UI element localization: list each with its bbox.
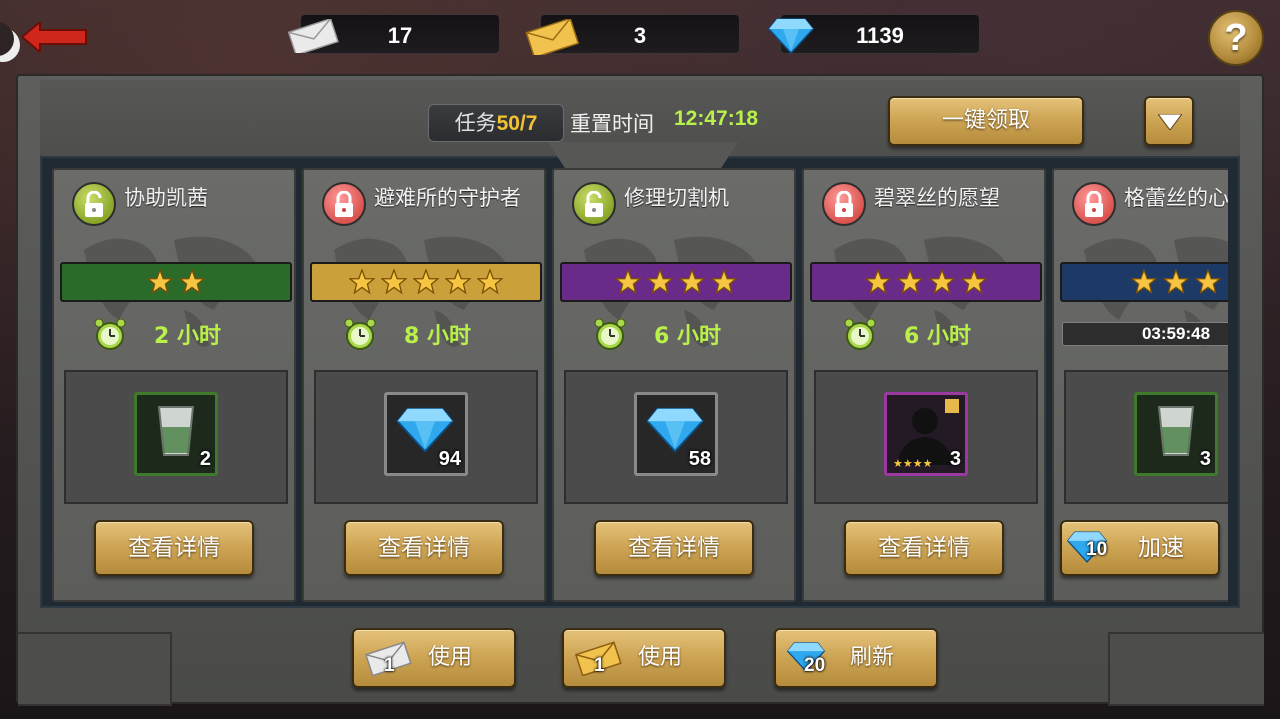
white-letter-counter: 17 — [287, 14, 500, 54]
star-icon — [477, 269, 503, 295]
reset-label: 重置时间 — [570, 112, 654, 136]
star-icon — [445, 269, 471, 295]
star-rating — [810, 262, 1042, 302]
gold-letter-counter: 3 — [525, 14, 740, 55]
claim-all-button[interactable]: 一键领取 — [888, 96, 1084, 146]
star-icon — [647, 269, 673, 295]
mission-title: 协助凯茜 — [124, 186, 208, 210]
task-label: 任务 — [454, 111, 497, 135]
speed-up-button[interactable]: 10 加速 — [1060, 520, 1220, 576]
use-white-letter-button[interactable]: 1 使用 — [352, 628, 516, 688]
bottom-left-tab — [18, 632, 172, 706]
reward-box: 58 — [564, 370, 788, 504]
reward-box: ★★★★ 3 — [814, 370, 1038, 504]
reward-box: 94 — [314, 370, 538, 504]
star-icon — [679, 269, 705, 295]
help-button[interactable]: ? — [1208, 10, 1264, 66]
refresh-cost: 20 — [804, 655, 826, 676]
reward-box: 3 — [1064, 370, 1228, 504]
alarm-clock-icon — [344, 318, 376, 350]
star-icon — [349, 269, 375, 295]
star-rating — [1060, 262, 1228, 302]
lock-icon — [822, 182, 866, 226]
reward-count: 3 — [949, 448, 961, 470]
back-button[interactable] — [0, 8, 92, 62]
gold-letter-count: 3 — [633, 23, 647, 48]
bottom-right-tab — [1108, 632, 1264, 706]
use-label: 使用 — [428, 645, 473, 670]
mission-card[interactable]: 碧翠丝的愿望 6 小时 ★★★★ 3 查看详情 — [802, 168, 1046, 602]
reward-item[interactable]: 58 — [634, 392, 718, 476]
triangle-down-icon — [1158, 114, 1182, 130]
lock-icon — [1072, 182, 1116, 226]
reward-item[interactable]: 3 — [1134, 392, 1218, 476]
alarm-clock-icon — [94, 318, 126, 350]
speed-up-label: 加速 — [1138, 535, 1184, 561]
mission-duration: 6 小时 — [654, 324, 721, 349]
star-rating — [310, 262, 542, 302]
star-rating — [60, 262, 292, 302]
star-icon — [929, 269, 955, 295]
mission-card-list: 协助凯茜 2 小时 2 查看详情 避难所的守护者 8 小时 94 查看详情 修理切割机 6 小时 5… — [52, 168, 1228, 604]
reward-box: 2 — [64, 370, 288, 504]
view-details-button[interactable]: 查看详情 — [94, 520, 254, 576]
star-icon — [897, 269, 923, 295]
alarm-clock-icon — [594, 318, 626, 350]
mission-title: 碧翠丝的愿望 — [874, 186, 1000, 210]
reward-item[interactable]: 94 — [384, 392, 468, 476]
reward-count: 3 — [1199, 448, 1211, 470]
mission-title: 避难所的守护者 — [374, 186, 521, 210]
back-arrow-icon — [22, 22, 87, 52]
star-icon — [1131, 269, 1157, 295]
lock-icon — [322, 182, 366, 226]
use-label: 使用 — [638, 645, 683, 670]
countdown-timer: 03:59:48 — [1062, 322, 1228, 346]
star-icon — [147, 269, 173, 295]
use-gold-letter-button[interactable]: 1 使用 — [562, 628, 726, 688]
alarm-clock-icon — [844, 318, 876, 350]
gold-letter-cost: 1 — [594, 655, 605, 676]
star-icon — [711, 269, 737, 295]
white-letter-count: 17 — [387, 23, 413, 48]
reset-time: 12:47:18 — [674, 107, 759, 130]
star-icon — [865, 269, 891, 295]
reward-item[interactable]: 2 — [134, 392, 218, 476]
view-details-button[interactable]: 查看详情 — [844, 520, 1004, 576]
reward-item[interactable]: ★★★★ 3 — [884, 392, 968, 476]
mission-card[interactable]: 避难所的守护者 8 小时 94 查看详情 — [302, 168, 546, 602]
mission-card[interactable]: 协助凯茜 2 小时 2 查看详情 — [52, 168, 296, 602]
star-icon — [381, 269, 407, 295]
unlock-icon — [572, 182, 616, 226]
svg-text:★★★★: ★★★★ — [893, 457, 933, 470]
refresh-button[interactable]: 20 刷新 — [774, 628, 938, 688]
view-details-button[interactable]: 查看详情 — [594, 520, 754, 576]
unlock-icon — [72, 182, 116, 226]
mission-card[interactable]: 修理切割机 6 小时 58 查看详情 — [552, 168, 796, 602]
reward-count: 58 — [688, 448, 711, 470]
dropdown-button[interactable] — [1144, 96, 1194, 146]
star-rating — [560, 262, 792, 302]
diamond-count: 1139 — [856, 23, 904, 48]
mission-title: 格蕾丝的心 — [1124, 186, 1228, 210]
mission-duration: 6 小时 — [904, 324, 971, 349]
view-details-button[interactable]: 查看详情 — [344, 520, 504, 576]
reward-count: 94 — [438, 448, 461, 470]
task-counter: 任务50/7 — [428, 104, 564, 142]
speed-up-cost: 10 — [1086, 539, 1108, 560]
refresh-label: 刷新 — [850, 645, 895, 670]
task-count: 50/7 — [496, 112, 538, 135]
reward-count: 2 — [199, 448, 211, 470]
mission-duration: 2 小时 — [154, 324, 221, 349]
mission-duration: 8 小时 — [404, 324, 471, 349]
star-icon — [615, 269, 641, 295]
diamond-counter: 1139 — [768, 14, 980, 55]
mission-title: 修理切割机 — [624, 186, 729, 210]
star-icon — [1195, 269, 1221, 295]
mission-card[interactable]: 格蕾丝的心 03:59:48 3 10 加速 — [1052, 168, 1228, 602]
star-icon — [1163, 269, 1189, 295]
white-letter-cost: 1 — [384, 655, 395, 676]
star-icon — [961, 269, 987, 295]
star-icon — [413, 269, 439, 295]
star-icon — [179, 269, 205, 295]
